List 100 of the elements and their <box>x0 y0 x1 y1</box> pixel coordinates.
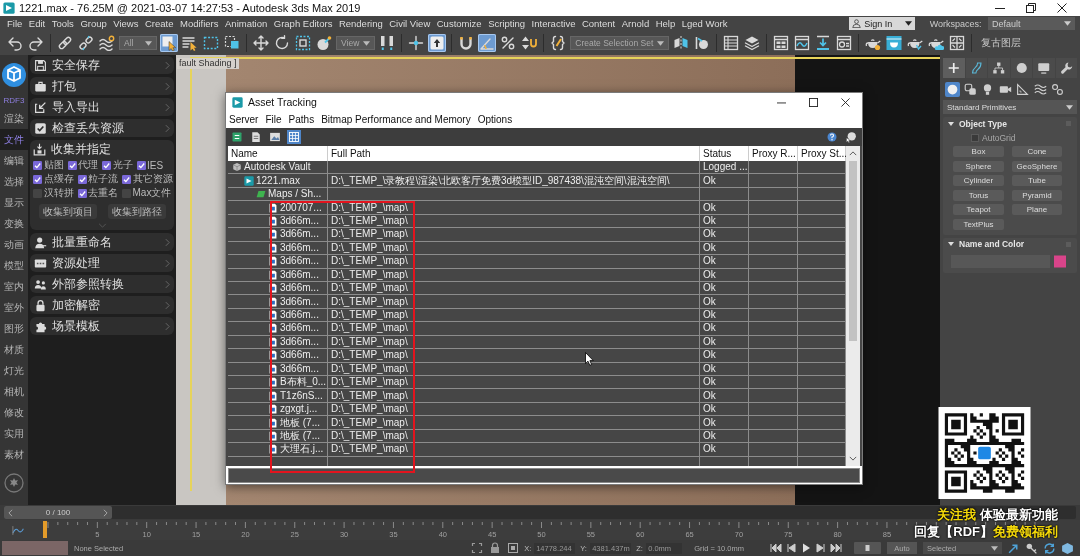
item-name[interactable]: 3d66m... <box>280 214 319 227</box>
window-crossing-icon[interactable] <box>223 34 241 52</box>
plus-icon[interactable] <box>943 58 965 78</box>
material-window-icon[interactable] <box>835 34 854 52</box>
primitive-button[interactable]: Pyramid <box>1012 189 1062 201</box>
play-icon[interactable] <box>800 543 812 553</box>
rollout-header[interactable]: Name and Color <box>943 237 1077 251</box>
category-tab[interactable]: 实用 <box>0 423 28 444</box>
sphere-icon[interactable] <box>945 82 960 97</box>
tool-item[interactable]: 收集并指定 <box>33 140 172 158</box>
scroll-up-icon[interactable] <box>849 151 857 156</box>
category-tab[interactable]: 渲染 <box>0 108 28 129</box>
list-cursor-icon[interactable] <box>181 34 199 52</box>
move-icon[interactable] <box>252 34 270 52</box>
restore-icon[interactable] <box>1026 3 1036 13</box>
hierarchy-icon[interactable] <box>988 58 1010 78</box>
layers-icon[interactable] <box>743 34 762 52</box>
category-tab[interactable]: 灯光 <box>0 360 28 381</box>
primitive-button[interactable]: Sphere <box>953 160 1004 172</box>
go-to-start-icon[interactable] <box>770 543 782 553</box>
scrollbar-thumb[interactable] <box>849 161 857 341</box>
frame-marker-icon[interactable] <box>43 521 47 538</box>
menu-item[interactable]: Content <box>581 18 616 29</box>
item-name[interactable]: 大理石.j... <box>280 443 324 456</box>
category-tab[interactable]: 修改 <box>0 402 28 423</box>
item-name[interactable]: 地板 (7... <box>280 429 320 442</box>
spinner-snap-icon[interactable] <box>520 34 539 52</box>
item-name[interactable]: zgxgt.j... <box>280 403 318 416</box>
toolbar-label[interactable]: 复古图层 <box>981 36 1022 50</box>
item-name[interactable]: 3d66m... <box>280 309 319 322</box>
item-name[interactable]: 200707... <box>280 201 322 214</box>
loop-arrows-icon[interactable] <box>1043 541 1056 555</box>
menu-item[interactable]: Bitmap Performance and Memory <box>321 114 471 125</box>
tool-item[interactable]: 加密解密 <box>30 296 174 314</box>
image-icon[interactable] <box>268 130 282 144</box>
overlapping-squares-icon[interactable] <box>962 82 978 97</box>
key-icon[interactable] <box>1025 541 1038 555</box>
checkbox[interactable] <box>136 160 146 170</box>
item-name[interactable]: 3d66m... <box>280 295 319 308</box>
checkbox[interactable] <box>102 160 111 170</box>
column-header[interactable]: Full Path <box>328 146 700 161</box>
unlink-icon[interactable] <box>77 34 95 52</box>
primitive-button[interactable]: TextPlus <box>953 218 1004 230</box>
maximize-icon[interactable] <box>809 97 818 107</box>
menu-item[interactable]: Animation <box>225 18 268 29</box>
category-tab[interactable]: 素材 <box>0 444 28 465</box>
tool-item[interactable]: 场景模板 <box>30 317 174 335</box>
category-tab[interactable]: 相机 <box>0 381 28 402</box>
rotate-icon[interactable] <box>273 34 291 52</box>
checkbox[interactable] <box>77 188 87 198</box>
checkbox[interactable] <box>67 160 77 170</box>
help-icon[interactable] <box>825 130 839 144</box>
wrench-icon[interactable] <box>1055 58 1077 78</box>
item-name[interactable]: 3d66m... <box>280 349 319 362</box>
item-name[interactable]: 3d66m... <box>280 241 319 254</box>
panel-grid-icon[interactable] <box>772 34 791 52</box>
category-tab[interactable]: 模型 <box>0 255 28 276</box>
teapot-window-icon[interactable] <box>885 34 904 52</box>
category-tab[interactable]: 文件 <box>0 129 28 150</box>
next-frame-icon[interactable] <box>815 543 827 553</box>
primitive-button[interactable]: Torus <box>953 189 1004 201</box>
collect-button[interactable]: 收集到路径 <box>108 204 167 219</box>
server-icon[interactable] <box>230 130 244 144</box>
checkbox[interactable] <box>122 174 131 184</box>
category-dropdown[interactable]: Standard Primitives <box>943 100 1077 114</box>
item-name[interactable]: Autodesk Vault <box>244 161 311 174</box>
chevron-right-icon[interactable] <box>103 508 108 517</box>
category-tab[interactable]: 材质 <box>0 339 28 360</box>
linked-circles-icon[interactable] <box>1050 82 1065 97</box>
scale-icon[interactable] <box>294 34 312 52</box>
item-name[interactable]: 3d66m... <box>280 282 319 295</box>
menu-item[interactable]: Arnold <box>621 18 650 29</box>
checkbox[interactable] <box>33 174 42 184</box>
tool-item[interactable]: 打包 <box>30 77 174 95</box>
time-slider-thumb[interactable]: 0 / 100 <box>4 506 112 519</box>
primitive-button[interactable]: Cone <box>1012 146 1062 157</box>
cube-logo-icon[interactable] <box>2 63 26 87</box>
grid-icon[interactable] <box>287 130 301 144</box>
category-tab[interactable]: 选择 <box>0 171 28 192</box>
hexagon-icon[interactable] <box>1061 541 1074 555</box>
menu-item[interactable]: Modifiers <box>179 18 219 29</box>
primitive-button[interactable]: GeoSphere <box>1012 160 1062 172</box>
tool-item[interactable]: 外部参照转换 <box>30 275 174 293</box>
menu-item[interactable]: Graph Editors <box>273 18 333 29</box>
monitor-icon[interactable] <box>1033 58 1055 78</box>
item-name[interactable]: 3d66m... <box>280 228 319 241</box>
curve-toggle-icon[interactable] <box>12 525 26 536</box>
select-cursor-icon[interactable] <box>160 34 178 52</box>
chevron-left-icon[interactable] <box>8 508 13 517</box>
go-to-end-icon[interactable] <box>830 543 842 553</box>
viewport-label[interactable]: fault Shading ] <box>177 58 239 69</box>
corner-brackets-icon[interactable] <box>471 542 484 554</box>
menu-item[interactable]: Tools <box>51 18 74 29</box>
menu-item[interactable]: Rendering <box>338 18 383 29</box>
category-tab[interactable]: 编辑 <box>0 150 28 171</box>
item-name[interactable]: 3d66m... <box>280 335 319 348</box>
item-name[interactable]: 1221.max <box>256 174 300 187</box>
item-name[interactable]: 3d66m... <box>280 268 319 281</box>
column-header[interactable]: Name <box>228 146 328 161</box>
menu-item[interactable]: File <box>265 114 282 125</box>
